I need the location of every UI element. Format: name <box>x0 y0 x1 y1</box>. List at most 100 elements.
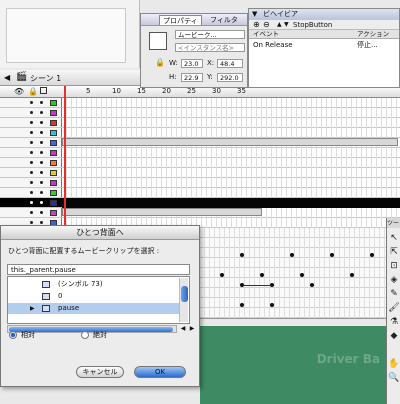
lock-dot[interactable] <box>40 141 43 144</box>
subselect-tool-icon[interactable]: ⇱ <box>388 246 400 258</box>
visibility-dot[interactable] <box>30 221 33 224</box>
visibility-dot[interactable] <box>30 131 33 134</box>
tab-filters[interactable]: フィルタ <box>207 15 241 25</box>
layer-color-swatch[interactable] <box>50 160 57 166</box>
scroll-left-icon[interactable]: ◀ <box>179 325 187 333</box>
lock-dot[interactable] <box>40 121 43 124</box>
instance-name-field[interactable]: <インスタンス名> <box>175 43 245 52</box>
stage-canvas[interactable]: Driver Ba <box>200 326 386 404</box>
playhead[interactable] <box>64 86 66 228</box>
visibility-dot[interactable] <box>30 141 33 144</box>
pencil-tool-icon[interactable]: ✎ <box>388 288 400 300</box>
visibility-dot[interactable] <box>30 171 33 174</box>
visibility-dot[interactable] <box>30 211 33 214</box>
eraser-tool-icon[interactable]: ◆ <box>388 330 400 342</box>
timeline-frames-lower[interactable] <box>200 228 386 326</box>
w-field[interactable]: 23.0 <box>181 59 203 68</box>
visibility-dot[interactable] <box>30 201 33 204</box>
zoom-tool-icon[interactable]: 🔍 <box>388 372 400 384</box>
lock-dot[interactable] <box>40 211 43 214</box>
scroll-right-icon[interactable]: ▶ <box>188 325 196 333</box>
movieclip-tree[interactable]: (シンボル 73) 0 ▶ pause <box>7 276 190 324</box>
layer-color-swatch[interactable] <box>50 210 57 216</box>
visibility-dot[interactable] <box>30 191 33 194</box>
layer-color-swatch[interactable] <box>50 100 57 106</box>
timeline-frames[interactable] <box>62 98 400 228</box>
lock-dot[interactable] <box>40 181 43 184</box>
layer-color-swatch[interactable] <box>50 170 57 176</box>
lock-dot[interactable] <box>40 111 43 114</box>
layer-color-swatch[interactable] <box>50 140 57 146</box>
tree-node-selected[interactable]: ▶ pause <box>8 303 180 314</box>
eye-icon[interactable]: 👁 <box>14 87 24 96</box>
lock-dot[interactable] <box>40 101 43 104</box>
behavior-row[interactable]: On Release 停止... <box>249 40 399 50</box>
layer-row[interactable] <box>0 178 62 188</box>
hand-tool-icon[interactable]: ✋ <box>388 358 400 370</box>
lock-dot[interactable] <box>40 201 43 204</box>
lock-icon[interactable]: 🔒 <box>155 58 165 67</box>
timeline-hscroll[interactable] <box>200 318 386 326</box>
lock-dot[interactable] <box>40 221 43 224</box>
layer-row[interactable] <box>0 198 62 208</box>
brush-tool-icon[interactable]: 🖌 <box>388 302 400 314</box>
layer-color-swatch[interactable] <box>50 180 57 186</box>
move-down-icon[interactable]: ▼ <box>284 21 289 28</box>
visibility-dot[interactable] <box>30 181 33 184</box>
lock-dot[interactable] <box>40 191 43 194</box>
tree-node[interactable]: (シンボル 73) <box>8 279 180 290</box>
tab-properties[interactable]: プロパティ <box>159 15 202 25</box>
layer-color-swatch[interactable] <box>50 150 57 156</box>
radio-relative[interactable]: 相対 <box>9 330 35 340</box>
cancel-button[interactable]: キャンセル <box>76 366 124 378</box>
lock-dot[interactable] <box>40 131 43 134</box>
remove-behavior-icon[interactable]: ⊖ <box>263 20 270 29</box>
visibility-dot[interactable] <box>30 101 33 104</box>
ink-bottle-icon[interactable]: ⚗ <box>388 316 400 328</box>
layer-color-swatch[interactable] <box>50 190 57 196</box>
expand-arrow-icon[interactable]: ▶ <box>30 303 35 314</box>
layer-color-swatch[interactable] <box>50 120 57 126</box>
selected-layer-frames[interactable] <box>62 198 400 208</box>
visibility-dot[interactable] <box>30 161 33 164</box>
lock-dot[interactable] <box>40 171 43 174</box>
behavior-target: StopButton <box>293 21 333 29</box>
visibility-dot[interactable] <box>30 111 33 114</box>
h-field[interactable]: 22.9 <box>181 73 203 82</box>
arrow-tool-icon[interactable]: ↖ <box>388 232 400 244</box>
layer-color-swatch[interactable] <box>50 200 57 206</box>
layer-row[interactable] <box>0 188 62 198</box>
back-arrow-icon[interactable]: ◀ <box>4 73 10 82</box>
paint-bucket-icon[interactable]: ◈ <box>388 274 400 286</box>
layer-color-swatch[interactable] <box>50 130 57 136</box>
visibility-dot[interactable] <box>30 121 33 124</box>
move-up-icon[interactable]: ▲ <box>277 21 282 28</box>
free-transform-tool-icon[interactable]: ⊡ <box>388 260 400 272</box>
layer-row[interactable] <box>0 118 62 128</box>
symbol-type-select[interactable]: ムービーク... <box>175 30 245 39</box>
layer-row[interactable] <box>0 128 62 138</box>
lock-icon[interactable]: 🔒 <box>28 87 38 96</box>
layer-row[interactable] <box>0 138 62 148</box>
add-behavior-icon[interactable]: ⊕ <box>253 20 260 29</box>
layer-row[interactable] <box>0 108 62 118</box>
vscroll-thumb[interactable] <box>181 286 188 302</box>
layer-row[interactable] <box>0 158 62 168</box>
outline-icon[interactable] <box>40 87 47 94</box>
tree-node[interactable]: 0 <box>8 291 180 302</box>
ok-button[interactable]: OK <box>134 366 186 378</box>
layer-color-swatch[interactable] <box>50 110 57 116</box>
x-field[interactable]: 48.4 <box>217 59 243 68</box>
layer-row[interactable] <box>0 98 62 108</box>
layer-row[interactable] <box>0 208 62 218</box>
lock-dot[interactable] <box>40 151 43 154</box>
visibility-dot[interactable] <box>30 151 33 154</box>
target-path-field[interactable]: this._parent.pause <box>7 264 190 275</box>
y-field[interactable]: 292.0 <box>217 73 243 82</box>
layer-row[interactable] <box>0 148 62 158</box>
radio-absolute[interactable]: 絶対 <box>81 330 107 340</box>
lock-dot[interactable] <box>40 161 43 164</box>
collapse-arrow-icon[interactable]: ▼ <box>252 10 257 18</box>
tree-vscroll[interactable] <box>179 278 188 322</box>
layer-row[interactable] <box>0 168 62 178</box>
